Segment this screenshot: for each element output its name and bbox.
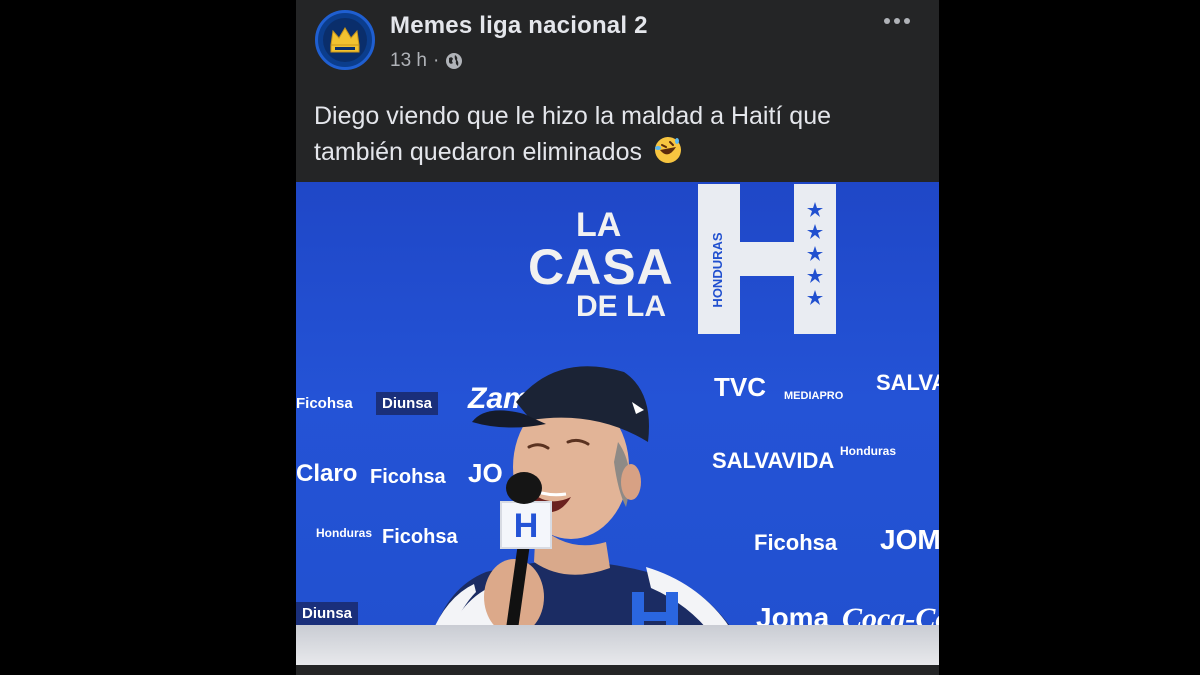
post-card: Memes liga nacional 2 13 h · Diego viend… — [296, 0, 939, 675]
meta-separator: · — [432, 50, 440, 71]
sponsor-logo: MEDIAPRO — [784, 390, 844, 402]
post-photo[interactable]: LA CASA DE LA HONDURAS Ficohsa Diunsa Za… — [296, 182, 939, 665]
post-text: Diego viendo que le hizo la maldad a Hai… — [314, 98, 914, 170]
post-caption: Diego viendo que le hizo la maldad a Hai… — [314, 102, 832, 166]
sponsor-logo: Claro — [296, 460, 358, 487]
more-options-icon — [884, 18, 890, 24]
crown-logo-icon — [323, 18, 367, 62]
sponsor-logo: SALVA — [876, 370, 939, 395]
post-meta: 13 h · — [390, 50, 463, 72]
table-edge — [296, 625, 939, 665]
globe-icon[interactable] — [445, 52, 463, 70]
sponsor-logo: Diunsa — [296, 602, 359, 625]
page-avatar[interactable] — [315, 10, 375, 70]
sponsor-logo: JOMA — [880, 524, 939, 555]
more-options-dot — [904, 18, 910, 24]
svg-text:H: H — [514, 507, 539, 545]
backdrop-title-line: CASA — [528, 239, 674, 295]
more-options-button[interactable] — [877, 6, 917, 36]
coach-figure: H — [396, 292, 776, 665]
sponsor-logo: Ficohsa — [296, 395, 353, 412]
rolling-laughing-emoji-icon — [653, 135, 683, 165]
backdrop-title-line: LA — [576, 206, 622, 244]
more-options-dot — [894, 18, 900, 24]
post-time[interactable]: 13 h — [390, 50, 427, 72]
page-name[interactable]: Memes liga nacional 2 — [390, 12, 648, 40]
sponsor-logo: Honduras — [840, 444, 897, 458]
sponsor-logo: Honduras — [316, 526, 373, 540]
